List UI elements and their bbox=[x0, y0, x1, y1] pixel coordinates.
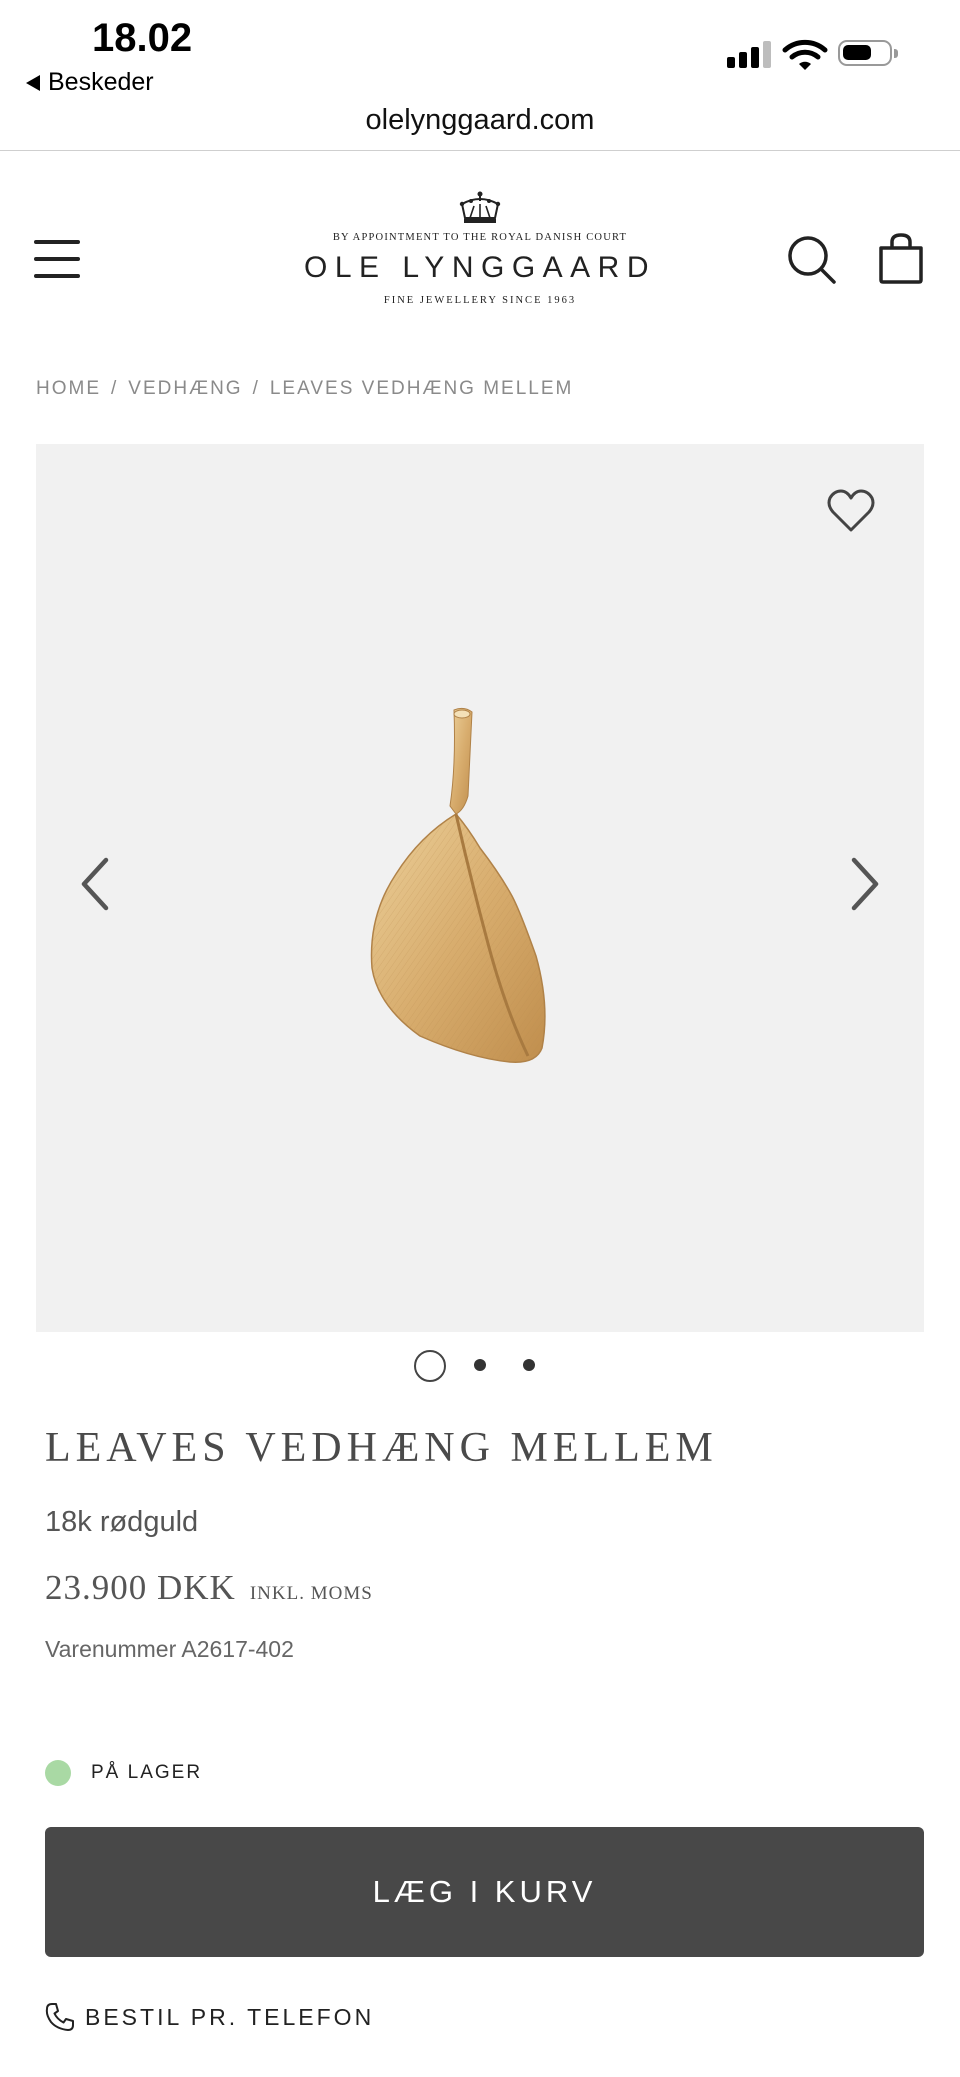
chevron-right-icon[interactable] bbox=[848, 854, 882, 914]
brand-logo[interactable]: BY APPOINTMENT TO THE ROYAL DANISH COURT… bbox=[280, 190, 680, 306]
status-time: 18.02 bbox=[92, 16, 193, 60]
product-price-row: 23.900 DKK INKL. MOMS bbox=[45, 1568, 373, 1608]
product-price: 23.900 DKK bbox=[45, 1568, 236, 1607]
wifi-icon bbox=[782, 39, 828, 70]
address-bar-divider bbox=[0, 150, 960, 151]
back-triangle-icon bbox=[26, 74, 40, 91]
stock-indicator-dot bbox=[45, 1760, 71, 1786]
crown-icon bbox=[459, 191, 501, 223]
breadcrumb-separator: / bbox=[111, 378, 119, 399]
back-app-label: Beskeder bbox=[48, 68, 154, 96]
phone-icon bbox=[45, 2003, 74, 2031]
logo-since: FINE JEWELLERY SINCE 1963 bbox=[383, 295, 577, 306]
hamburger-menu-icon[interactable] bbox=[34, 238, 82, 280]
logo-brand-name: OLE LYNGGAARD bbox=[303, 251, 657, 284]
stock-label: PÅ LAGER bbox=[91, 1762, 203, 1783]
cellular-signal-icon bbox=[727, 40, 771, 68]
logo-tagline: BY APPOINTMENT TO THE ROYAL DANISH COURT bbox=[332, 232, 628, 243]
shopping-bag-icon[interactable] bbox=[876, 232, 926, 284]
search-icon[interactable] bbox=[786, 234, 838, 286]
product-title: LEAVES VEDHÆNG MELLEM bbox=[45, 1425, 718, 1471]
stock-status: PÅ LAGER bbox=[45, 1760, 202, 1786]
product-vat-note: INKL. MOMS bbox=[249, 1583, 373, 1604]
breadcrumb-home[interactable]: HOME bbox=[36, 378, 101, 399]
address-bar[interactable]: olelynggaard.com bbox=[0, 96, 960, 150]
add-to-cart-button[interactable]: LÆG I KURV bbox=[45, 1827, 924, 1957]
gallery-dot-active[interactable] bbox=[414, 1350, 446, 1382]
gallery-dot[interactable] bbox=[523, 1359, 535, 1371]
breadcrumb-category[interactable]: VEDHÆNG bbox=[128, 378, 242, 399]
gallery-pagination bbox=[0, 1350, 960, 1384]
breadcrumb: HOME / VEDHÆNG / LEAVES VEDHÆNG MELLEM bbox=[36, 378, 573, 400]
status-bar: 18.02 Beskeder bbox=[0, 0, 960, 110]
product-material: 18k rødguld bbox=[45, 1506, 199, 1538]
order-by-phone-link[interactable]: BESTIL PR. TELEFON bbox=[45, 2002, 374, 2032]
battery-icon bbox=[838, 40, 898, 66]
product-sku: Varenummer A2617-402 bbox=[45, 1636, 294, 1662]
chevron-left-icon[interactable] bbox=[78, 854, 112, 914]
gallery-dot[interactable] bbox=[474, 1359, 486, 1371]
order-by-phone-label: BESTIL PR. TELEFON bbox=[85, 2003, 375, 2030]
heart-icon[interactable] bbox=[826, 488, 876, 534]
back-to-app-button[interactable]: Beskeder bbox=[26, 68, 154, 97]
product-image-leaf-pendant bbox=[370, 707, 546, 1063]
breadcrumb-separator: / bbox=[252, 378, 260, 399]
breadcrumb-current: LEAVES VEDHÆNG MELLEM bbox=[269, 378, 574, 399]
product-image-gallery[interactable] bbox=[36, 444, 924, 1332]
